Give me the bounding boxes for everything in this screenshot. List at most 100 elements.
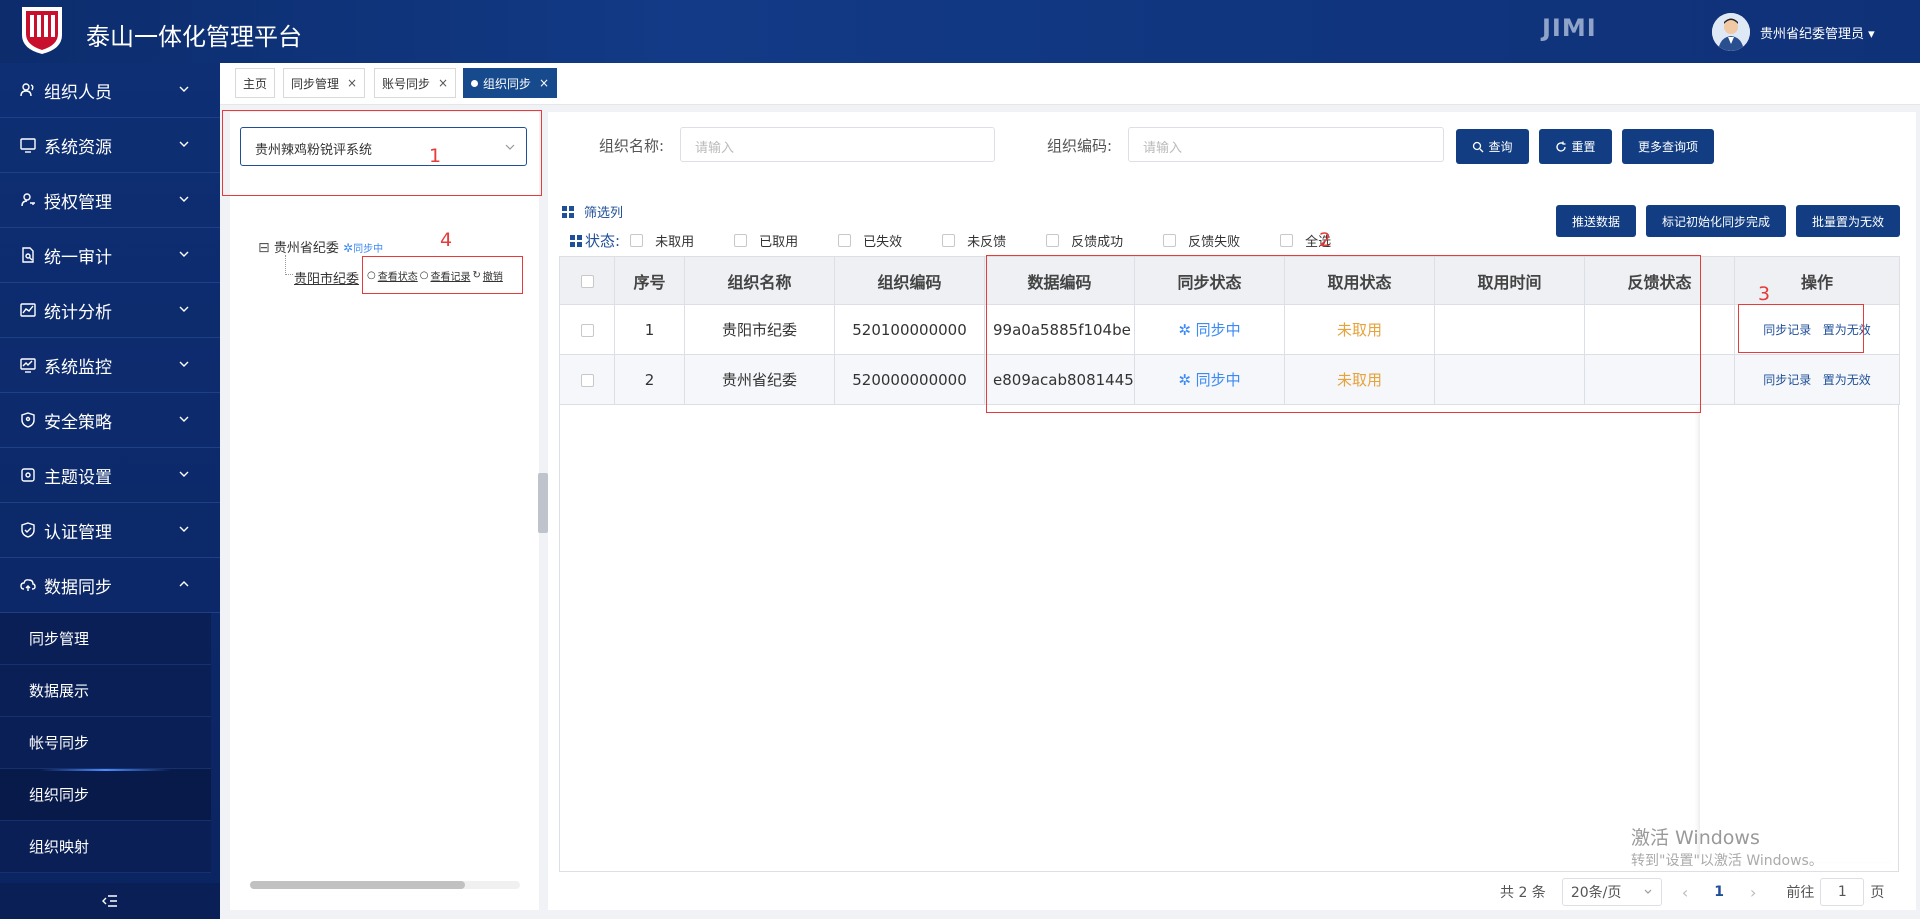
tab-label: 账号同步 — [382, 76, 431, 91]
chevron-down-icon — [505, 144, 515, 150]
checkbox[interactable] — [942, 234, 956, 247]
goto-page-input[interactable]: 1 — [1820, 878, 1865, 906]
menu-auth-management[interactable]: 认证管理 — [0, 503, 220, 558]
menu-audit[interactable]: 统一审计 — [0, 228, 220, 283]
batch-invalidate-button[interactable]: 批量置为无效 — [1796, 205, 1900, 237]
tree-op-view-records[interactable]: 查看记录 — [430, 268, 470, 283]
close-icon[interactable]: × — [539, 76, 549, 90]
submenu-org-mapping[interactable]: 组织映射 — [0, 821, 211, 873]
menu-monitoring[interactable]: 系统监控 — [0, 338, 220, 393]
submenu-account-sync[interactable]: 帐号同步 — [0, 717, 211, 769]
push-data-button[interactable]: 推送数据 — [1556, 205, 1636, 237]
cell-no: 2 — [614, 354, 685, 405]
tree-node-root[interactable]: ⊟ 贵州省纪委 ✲同步中 — [258, 237, 383, 256]
menu-statistics[interactable]: 统计分析 — [0, 283, 220, 338]
tree-horizontal-scrollbar[interactable] — [250, 881, 520, 889]
tree-op-revoke[interactable]: 撤销 — [483, 268, 503, 283]
menu-org-users[interactable]: 组织人员 — [0, 63, 220, 118]
fixed-column-shadow — [1700, 404, 1899, 862]
next-page-button[interactable]: › — [1750, 883, 1756, 902]
reset-label: 重置 — [1571, 140, 1596, 154]
submenu-org-sync[interactable]: 组织同步 — [0, 769, 211, 821]
tab-home[interactable]: 主页 — [235, 68, 276, 98]
cell-no: 1 — [614, 304, 685, 355]
option-label: 未取用 — [655, 235, 695, 250]
menu-label: 主题设置 — [44, 467, 112, 488]
brand-text: JIMI — [1542, 14, 1597, 42]
user-menu[interactable]: 贵州省纪委管理员 ▾ — [1760, 23, 1875, 42]
tab-org-sync[interactable]: 组织同步 × — [463, 68, 558, 98]
mark-init-sync-done-button[interactable]: 标记初始化同步完成 — [1646, 205, 1786, 237]
system-select[interactable]: 贵州辣鸡粉锐评系统 — [240, 127, 527, 166]
submenu-data-display[interactable]: 数据展示 — [0, 665, 211, 717]
tree-collapse-toggle[interactable]: ⊟ — [258, 240, 270, 256]
chevron-down-icon — [179, 471, 189, 477]
status-option-expired[interactable]: 已失效 — [838, 231, 902, 250]
row-checkbox[interactable] — [580, 373, 594, 387]
cell-org-code: 520100000000 — [834, 304, 985, 355]
filter-columns-button[interactable]: 筛选列 — [562, 202, 623, 221]
sidebar: 组织人员 系统资源 授权管理 统一审计 统计分析 系统监控 安全策略 主题设置 — [0, 63, 220, 919]
tree-node-actions: ○ 查看状态 ○ 查看记录 ↻ 撤销 — [362, 256, 523, 294]
menu-authorization[interactable]: 授权管理 — [0, 173, 220, 228]
menu-data-sync[interactable]: 数据同步 — [0, 558, 220, 613]
menu-label: 数据同步 — [44, 577, 112, 598]
tree-op-view-status[interactable]: 查看状态 — [378, 268, 418, 283]
checkbox[interactable] — [1046, 234, 1060, 247]
status-option-feedback-success[interactable]: 反馈成功 — [1046, 231, 1123, 250]
menu-system-resources[interactable]: 系统资源 — [0, 118, 220, 173]
menu-label: 安全策略 — [44, 412, 112, 433]
tree-node-child[interactable]: 贵阳市纪委 — [294, 268, 359, 287]
sync-records-link[interactable]: 同步记录 — [1763, 373, 1811, 387]
col-header-org-code: 组织编码 — [834, 256, 985, 305]
tab-sync-management[interactable]: 同步管理 × — [283, 68, 366, 98]
sidebar-collapse-button[interactable] — [0, 883, 220, 919]
option-label: 已失效 — [863, 235, 903, 250]
org-name-label: 组织名称: — [599, 137, 665, 155]
menu-label: 授权管理 — [44, 192, 112, 213]
checkbox[interactable] — [1280, 234, 1294, 247]
row-checkbox[interactable] — [580, 323, 594, 337]
annotation-label-2: 2 — [1319, 229, 1332, 251]
chevron-down-icon — [1644, 889, 1652, 894]
menu-theme[interactable]: 主题设置 — [0, 448, 220, 503]
col-header-org-name: 组织名称 — [684, 256, 835, 305]
chevron-down-icon: ▾ — [1868, 27, 1875, 42]
invalidate-link[interactable]: 置为无效 — [1823, 373, 1871, 387]
org-code-input[interactable]: 请输入 — [1128, 127, 1444, 162]
status-option-used[interactable]: 已取用 — [734, 231, 798, 250]
org-tree-panel — [230, 112, 539, 910]
status-option-no-feedback[interactable]: 未反馈 — [942, 231, 1006, 250]
checkbox[interactable] — [734, 234, 748, 247]
close-icon[interactable]: × — [347, 76, 357, 90]
status-option-unused[interactable]: 未取用 — [630, 231, 694, 250]
user-key-icon — [20, 192, 36, 208]
page-number-current[interactable]: 1 — [1714, 884, 1724, 900]
query-button[interactable]: 查询 — [1456, 129, 1529, 164]
checkbox[interactable] — [630, 234, 644, 247]
page-size-select[interactable]: 20条/页 — [1561, 878, 1662, 906]
select-all-checkbox[interactable] — [580, 275, 594, 288]
checkbox[interactable] — [1163, 234, 1177, 247]
status-option-feedback-failed[interactable]: 反馈失败 — [1163, 231, 1240, 250]
system-select-value: 贵州辣鸡粉锐评系统 — [255, 143, 373, 158]
avatar[interactable] — [1712, 13, 1750, 51]
cell-org-code: 520000000000 — [834, 354, 985, 405]
scrollbar-thumb[interactable] — [250, 881, 465, 889]
tree-node-label[interactable]: 贵州省纪委 — [274, 241, 339, 256]
monitor-icon — [20, 137, 36, 153]
reset-button[interactable]: 重置 — [1539, 129, 1612, 164]
prev-page-button[interactable]: ‹ — [1682, 883, 1688, 902]
menu-security-policy[interactable]: 安全策略 — [0, 393, 220, 448]
org-name-input[interactable]: 请输入 — [680, 127, 995, 162]
more-filters-button[interactable]: 更多查询项 — [1622, 129, 1714, 164]
close-icon[interactable]: × — [438, 76, 448, 90]
select-all-cell — [559, 256, 615, 305]
submenu-sync-management[interactable]: 同步管理 — [0, 613, 211, 665]
active-dot-icon — [471, 79, 478, 87]
view-status-icon: ○ — [367, 269, 376, 281]
tab-account-sync[interactable]: 账号同步 × — [374, 68, 457, 98]
row-select-cell — [559, 304, 615, 355]
checkbox[interactable] — [838, 234, 852, 247]
panel-resize-handle[interactable] — [538, 473, 548, 533]
